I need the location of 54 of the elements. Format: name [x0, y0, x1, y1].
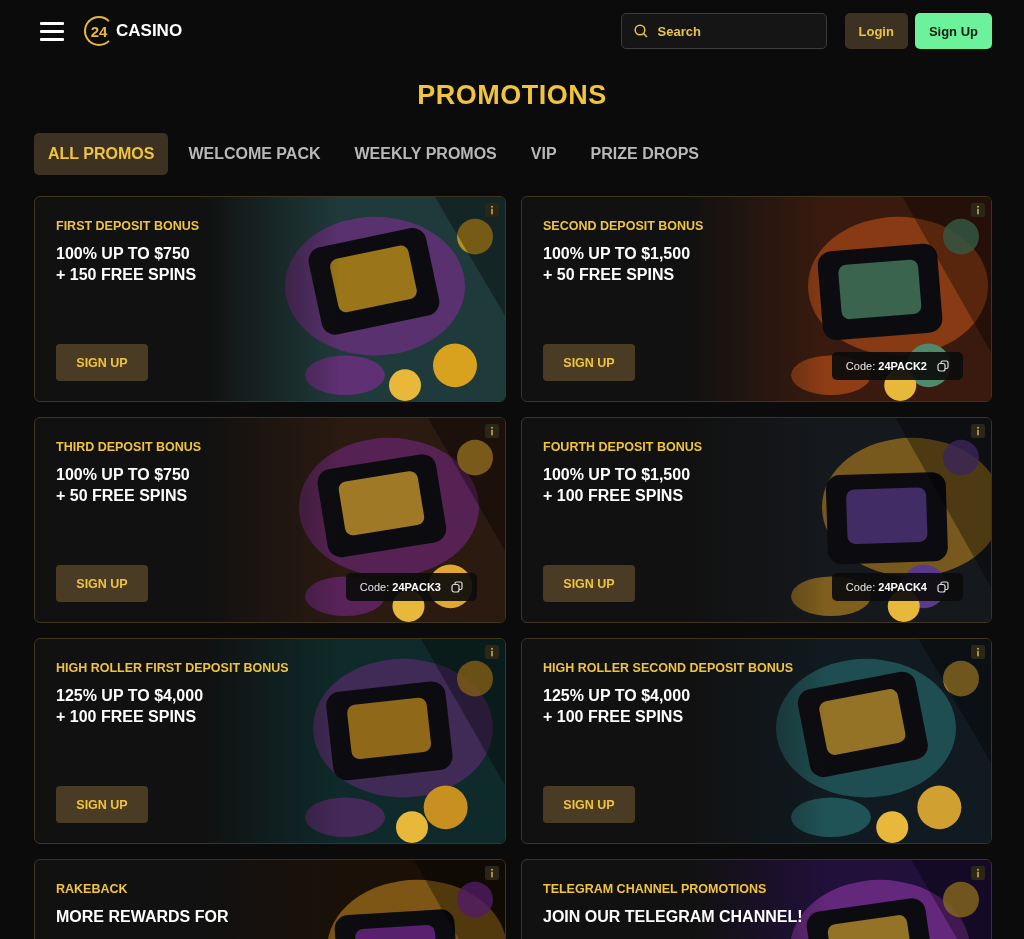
info-icon[interactable] [485, 203, 499, 217]
search-field[interactable]: Search [620, 13, 827, 49]
search-icon [633, 24, 648, 38]
promo-label: RAKEBACK [56, 882, 129, 896]
sign-up-button[interactable]: SIGN UP [56, 565, 148, 602]
sign-up-button[interactable]: SIGN UP [56, 786, 148, 823]
promo-headline: 125% UP TO $4,000 [543, 686, 692, 706]
sign-up-button[interactable]: SIGN UP [543, 565, 635, 602]
promo-headline: + 100 FREE SPINS [543, 707, 685, 727]
sign-up-button[interactable]: Sign Up [914, 13, 992, 49]
promo-label: THIRD DEPOSIT BONUS [56, 440, 203, 454]
promo-tab[interactable]: ALL PROMOS [34, 133, 169, 175]
promo-label: TELEGRAM CHANNEL PROMOTIONS [543, 882, 768, 896]
copy-code-button[interactable]: Code: 24PACK2 [831, 352, 963, 380]
logo-text[interactable]: CASINO [116, 21, 183, 41]
promo-headline: 100% UP TO $750 [56, 244, 191, 264]
promo-headline: 100% UP TO $750 [56, 465, 191, 485]
info-icon[interactable] [485, 645, 499, 659]
info-icon[interactable] [971, 424, 985, 438]
info-icon[interactable] [971, 645, 985, 659]
sign-up-button[interactable]: SIGN UP [56, 344, 148, 381]
promo-tab[interactable]: VIP [516, 133, 571, 175]
promo-headline: + 50 FREE SPINS [543, 265, 676, 285]
promo-tab[interactable]: PRIZE DROPS [576, 133, 714, 175]
promo-tab[interactable]: WELCOME PACK [174, 133, 335, 175]
menu-icon[interactable] [40, 21, 64, 41]
promo-headline: MORE REWARDS FOR [56, 907, 230, 927]
promo-label: SECOND DEPOSIT BONUS [543, 219, 705, 233]
page-title: PROMOTIONS [416, 80, 608, 111]
info-icon[interactable] [485, 424, 499, 438]
copy-icon [937, 581, 949, 593]
info-icon[interactable] [971, 866, 985, 880]
info-icon[interactable] [485, 866, 499, 880]
promo-label: HIGH ROLLER SECOND DEPOSIT BONUS [543, 661, 795, 675]
promo-tab[interactable]: WEEKLY PROMOS [340, 133, 511, 175]
promo-headline: 100% UP TO $1,500 [543, 244, 692, 264]
sign-up-button[interactable]: SIGN UP [543, 344, 635, 381]
promo-label: HIGH ROLLER FIRST DEPOSIT BONUS [56, 661, 290, 675]
sign-up-button[interactable]: SIGN UP [543, 786, 635, 823]
promo-headline: 100% UP TO $1,500 [543, 465, 692, 485]
copy-code-button[interactable]: Code: 24PACK4 [831, 573, 963, 601]
promo-headline: + 100 FREE SPINS [543, 486, 685, 506]
promo-headline: JOIN OUR TELEGRAM CHANNEL! [543, 907, 804, 927]
promo-label: FOURTH DEPOSIT BONUS [543, 440, 704, 454]
promo-headline: + 100 FREE SPINS [56, 707, 198, 727]
promo-headline: + 150 FREE SPINS [56, 265, 198, 285]
promo-label: FIRST DEPOSIT BONUS [56, 219, 201, 233]
promo-headline: + 50 FREE SPINS [56, 486, 189, 506]
copy-icon [937, 360, 949, 372]
copy-icon [451, 581, 463, 593]
copy-code-button[interactable]: Code: 24PACK3 [345, 573, 477, 601]
promo-headline: 125% UP TO $4,000 [56, 686, 205, 706]
info-icon[interactable] [971, 203, 985, 217]
login-button[interactable]: Login [844, 13, 908, 49]
